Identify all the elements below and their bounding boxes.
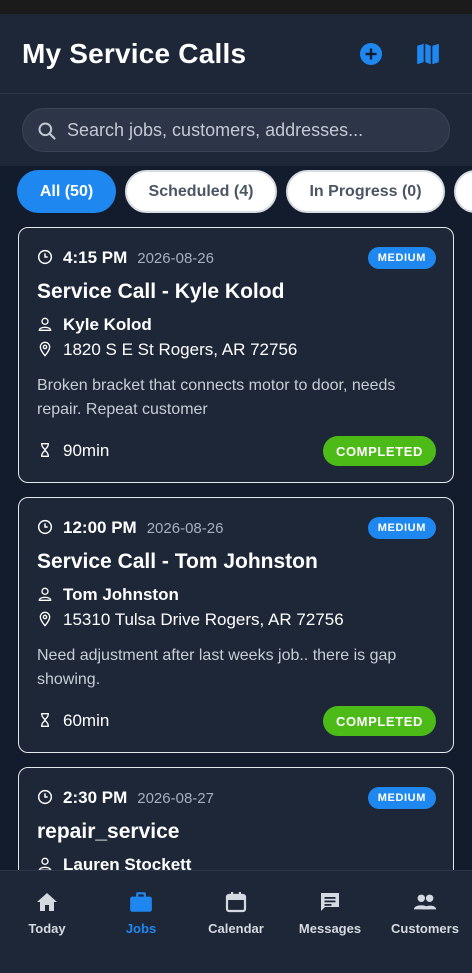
- filter-chips: All (50) Scheduled (4) In Progress (0): [0, 170, 472, 214]
- clock-icon: [37, 249, 55, 267]
- search-bar[interactable]: [22, 108, 450, 152]
- priority-badge: MEDIUM: [367, 247, 436, 269]
- person-icon: [37, 586, 55, 604]
- tab-label: Calendar: [208, 921, 264, 936]
- tab-customers[interactable]: Customers: [378, 889, 472, 936]
- tab-messages[interactable]: Messages: [283, 889, 377, 936]
- job-description: Need adjustment after last weeks job.. t…: [37, 647, 397, 688]
- priority-badge: MEDIUM: [367, 517, 436, 539]
- filter-chip-more[interactable]: [454, 170, 472, 213]
- tab-label: Messages: [298, 921, 362, 936]
- map-view-button[interactable]: [414, 40, 442, 68]
- job-title: Service Call - Kyle Kolod: [37, 280, 285, 303]
- search-section: [0, 94, 472, 166]
- job-date: 2026-08-27: [137, 789, 214, 807]
- bottom-tab-bar: Today Jobs Calendar Messages Customers: [0, 870, 472, 973]
- job-time: 12:00 PM: [63, 518, 137, 537]
- job-list: 4:15 PM 2026-08-26 MEDIUM Service Call -…: [0, 226, 472, 870]
- people-icon: [412, 889, 438, 915]
- job-date: 2026-08-26: [137, 249, 214, 267]
- status-bar: [0, 0, 472, 14]
- add-circle-icon: [360, 43, 382, 65]
- job-duration: 90min: [63, 441, 110, 460]
- tab-today[interactable]: Today: [0, 889, 94, 936]
- priority-badge: MEDIUM: [367, 787, 436, 809]
- add-job-button[interactable]: [357, 40, 385, 68]
- job-description: Broken bracket that connects motor to do…: [37, 377, 396, 418]
- message-icon: [317, 889, 343, 915]
- job-title: repair_service: [37, 820, 180, 843]
- page-title: My Service Calls: [22, 38, 247, 69]
- job-address: 15310 Tulsa Drive Rogers, AR 72756: [63, 610, 344, 629]
- job-card[interactable]: 4:15 PM 2026-08-26 MEDIUM Service Call -…: [18, 227, 454, 483]
- customer-name: Tom Johnston: [63, 585, 179, 604]
- location-pin-icon: [37, 611, 55, 629]
- status-badge: COMPLETED: [322, 706, 436, 736]
- tab-jobs[interactable]: Jobs: [94, 889, 188, 936]
- job-card[interactable]: 2:30 PM 2026-08-27 MEDIUM repair_service…: [18, 767, 454, 870]
- filter-chip-in-progress[interactable]: In Progress (0): [286, 170, 445, 213]
- job-title: Service Call - Tom Johnston: [37, 550, 318, 573]
- filter-chip-all[interactable]: All (50): [17, 170, 116, 213]
- clock-icon: [37, 519, 55, 537]
- person-icon: [37, 856, 55, 870]
- map-icon: [417, 43, 439, 65]
- calendar-icon: [223, 889, 249, 915]
- filter-chip-scheduled[interactable]: Scheduled (4): [125, 170, 277, 213]
- job-card[interactable]: 12:00 PM 2026-08-26 MEDIUM Service Call …: [18, 497, 454, 753]
- job-time: 4:15 PM: [63, 248, 128, 267]
- customer-name: Lauren Stockett: [63, 855, 192, 870]
- tab-label: Today: [28, 921, 66, 936]
- hourglass-icon: [37, 442, 55, 460]
- clock-icon: [37, 789, 55, 807]
- person-icon: [37, 316, 55, 334]
- app-header: My Service Calls: [0, 14, 472, 94]
- job-date: 2026-08-26: [146, 519, 224, 537]
- briefcase-icon: [128, 889, 154, 915]
- tab-calendar[interactable]: Calendar: [189, 889, 283, 936]
- home-icon: [34, 889, 60, 915]
- search-icon: [38, 122, 56, 140]
- hourglass-icon: [37, 712, 55, 730]
- location-pin-icon: [37, 341, 55, 359]
- job-address: 1820 S E St Rogers, AR 72756: [63, 340, 298, 359]
- search-input[interactable]: [67, 109, 437, 151]
- status-badge: COMPLETED: [322, 436, 436, 466]
- tab-label: Customers: [391, 921, 459, 936]
- customer-name: Kyle Kolod: [63, 315, 152, 334]
- job-time: 2:30 PM: [63, 788, 128, 807]
- job-duration: 60min: [63, 711, 110, 730]
- tab-label: Jobs: [125, 921, 157, 936]
